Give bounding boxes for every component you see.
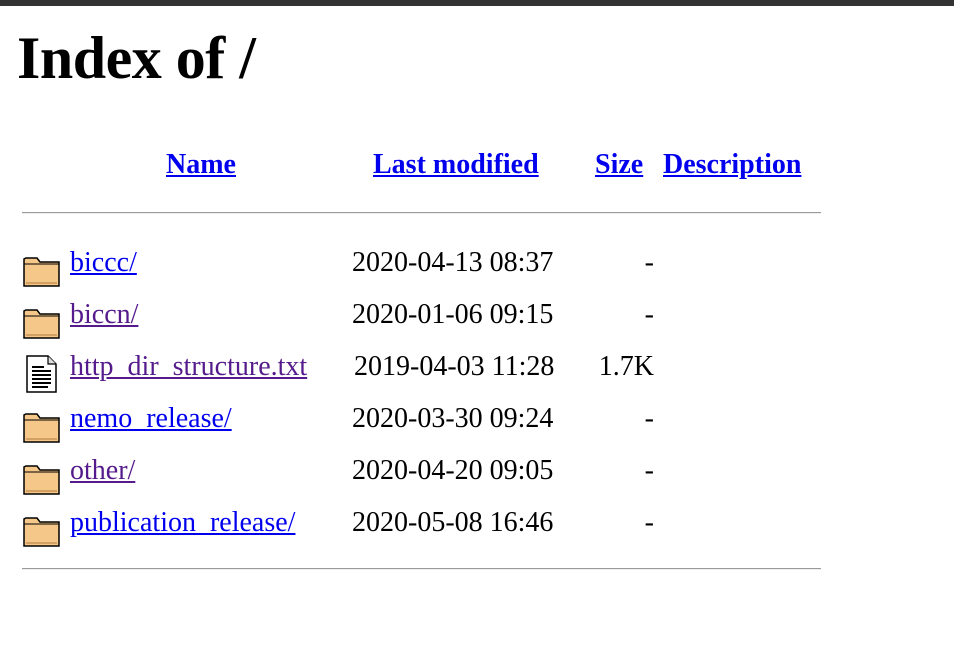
entry-link[interactable]: biccn/: [70, 295, 138, 335]
entry-link[interactable]: http_dir_structure.txt: [70, 347, 307, 387]
list-item: biccn/ 2020-01-06 09:15 -: [0, 295, 954, 347]
column-header-size[interactable]: Size: [595, 148, 643, 182]
text-file-icon[interactable]: [22, 354, 62, 394]
entry-size: -: [644, 507, 654, 538]
entry-link[interactable]: other/: [70, 451, 135, 491]
entry-link[interactable]: biccc/: [70, 243, 137, 283]
entry-last-modified: 2020-05-08 16:46: [352, 507, 554, 538]
entry-size: -: [644, 247, 654, 278]
folder-icon[interactable]: [22, 302, 62, 342]
browser-top-bar: [0, 0, 954, 6]
list-item: other/ 2020-04-20 09:05 -: [0, 451, 954, 503]
folder-icon[interactable]: [22, 406, 62, 446]
entry-last-modified: 2019-04-03 11:28: [354, 351, 555, 382]
column-header-last-modified[interactable]: Last modified: [373, 148, 539, 182]
entry-size: -: [644, 299, 654, 330]
entry-link[interactable]: publication_release/: [70, 503, 295, 543]
entry-size: -: [644, 403, 654, 434]
list-item: biccc/ 2020-04-13 08:37 -: [0, 243, 954, 295]
list-item: nemo_release/ 2020-03-30 09:24 -: [0, 399, 954, 451]
entry-last-modified: 2020-03-30 09:24: [352, 403, 554, 434]
header-divider: [22, 212, 821, 214]
entry-last-modified: 2020-04-13 08:37: [352, 247, 554, 278]
entry-link[interactable]: nemo_release/: [70, 399, 232, 439]
column-header-name[interactable]: Name: [166, 148, 236, 182]
list-item: publication_release/ 2020-05-08 16:46 -: [0, 503, 954, 555]
column-header-description[interactable]: Description: [663, 148, 801, 182]
folder-icon[interactable]: [22, 458, 62, 498]
folder-icon[interactable]: [22, 510, 62, 550]
page-title: Index of /: [17, 25, 256, 91]
entry-size: -: [644, 455, 654, 486]
folder-icon[interactable]: [22, 250, 62, 290]
footer-divider: [22, 568, 821, 570]
entry-size: 1.7K: [598, 351, 654, 382]
list-item: http_dir_structure.txt 2019-04-03 11:28 …: [0, 347, 954, 399]
entry-last-modified: 2020-01-06 09:15: [352, 299, 554, 330]
entry-last-modified: 2020-04-20 09:05: [352, 455, 554, 486]
